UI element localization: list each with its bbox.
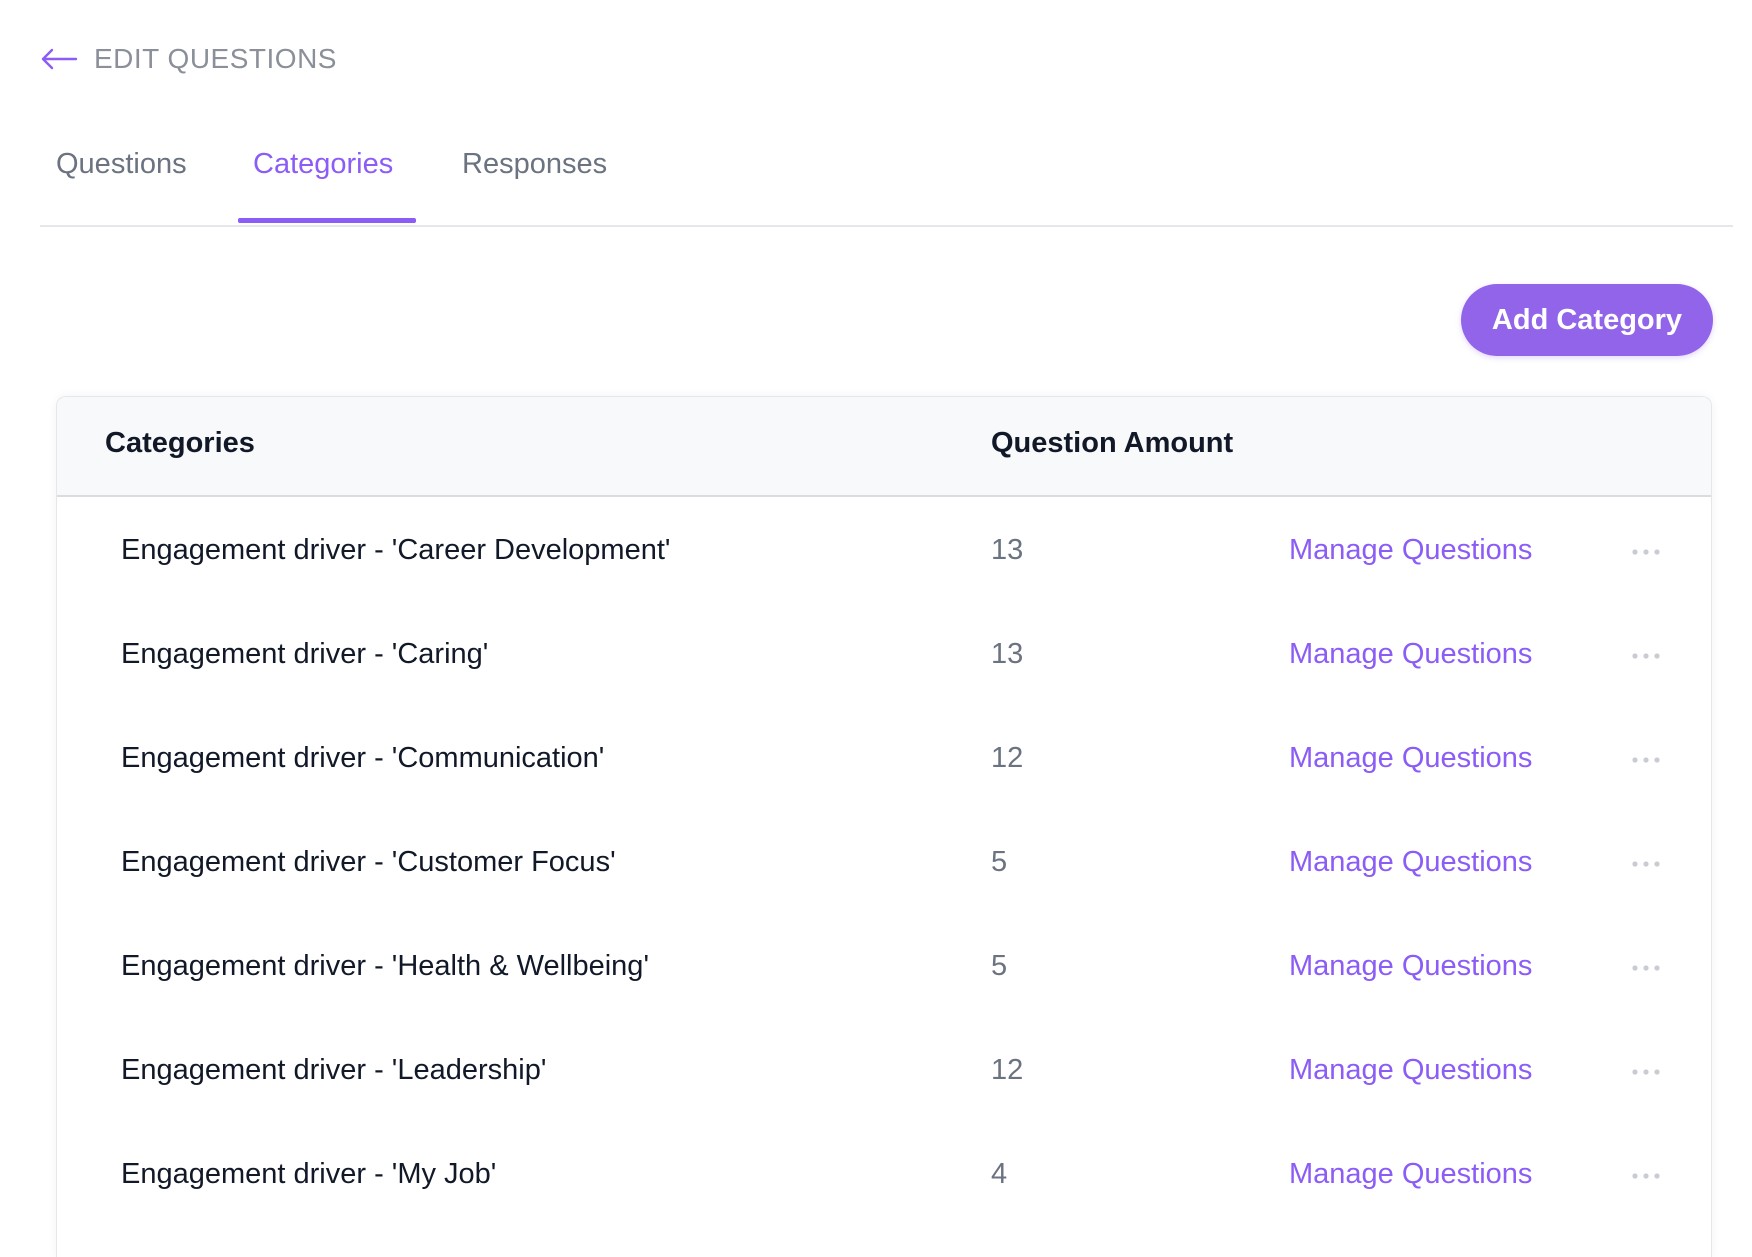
manage-questions-link[interactable]: Manage Questions bbox=[1289, 1054, 1532, 1087]
question-amount: 12 bbox=[991, 1054, 1024, 1086]
more-horizontal-icon[interactable] bbox=[1629, 537, 1663, 567]
manage-questions-link[interactable]: Manage Questions bbox=[1289, 846, 1532, 879]
category-name: Engagement driver - 'Leadership' bbox=[121, 1054, 547, 1086]
page-header: EDIT QUESTIONS bbox=[40, 38, 337, 80]
manage-questions-link[interactable]: Manage Questions bbox=[1289, 534, 1532, 567]
table-body: Engagement driver - 'Career Development'… bbox=[57, 497, 1711, 1225]
category-name: Engagement driver - 'Health & Wellbeing' bbox=[121, 950, 649, 982]
column-header-categories: Categories bbox=[105, 427, 255, 459]
table-row: Engagement driver - 'Leadership' 12 Mana… bbox=[57, 1017, 1711, 1121]
arrow-left-icon bbox=[41, 48, 78, 70]
category-name: Engagement driver - 'Career Development' bbox=[121, 534, 671, 566]
back-button[interactable] bbox=[40, 47, 78, 71]
manage-questions-link[interactable]: Manage Questions bbox=[1289, 1158, 1532, 1191]
question-amount: 13 bbox=[991, 534, 1024, 566]
category-name: Engagement driver - 'Caring' bbox=[121, 638, 489, 670]
question-amount: 12 bbox=[991, 742, 1024, 774]
question-amount: 5 bbox=[991, 950, 1008, 982]
category-name: Engagement driver - 'My Job' bbox=[121, 1158, 497, 1190]
tab-bar: Questions Categories Responses bbox=[40, 130, 1733, 227]
more-horizontal-icon[interactable] bbox=[1629, 953, 1663, 983]
table-row: Engagement driver - 'Career Development'… bbox=[57, 497, 1711, 601]
question-amount: 13 bbox=[991, 638, 1024, 670]
page-title: EDIT QUESTIONS bbox=[94, 43, 337, 74]
table-row: Engagement driver - 'Caring' 13 Manage Q… bbox=[57, 601, 1711, 705]
more-horizontal-icon[interactable] bbox=[1629, 641, 1663, 671]
column-header-question-amount: Question Amount bbox=[991, 427, 1234, 459]
manage-questions-link[interactable]: Manage Questions bbox=[1289, 742, 1532, 775]
tab-responses[interactable]: Responses bbox=[462, 148, 607, 181]
question-amount: 5 bbox=[991, 846, 1008, 878]
table-row: Engagement driver - 'Customer Focus' 5 M… bbox=[57, 809, 1711, 913]
category-name: Engagement driver - 'Customer Focus' bbox=[121, 846, 616, 878]
more-horizontal-icon[interactable] bbox=[1629, 1161, 1663, 1191]
table-row: Engagement driver - 'Health & Wellbeing'… bbox=[57, 913, 1711, 1017]
tab-questions[interactable]: Questions bbox=[56, 148, 187, 181]
more-horizontal-icon[interactable] bbox=[1629, 1057, 1663, 1087]
table-row: Engagement driver - 'My Job' 4 Manage Qu… bbox=[57, 1121, 1711, 1225]
categories-table: Categories Question Amount Engagement dr… bbox=[56, 396, 1712, 1257]
table-row: Engagement driver - 'Communication' 12 M… bbox=[57, 705, 1711, 809]
manage-questions-link[interactable]: Manage Questions bbox=[1289, 638, 1532, 671]
table-header: Categories Question Amount bbox=[57, 397, 1711, 497]
category-name: Engagement driver - 'Communication' bbox=[121, 742, 605, 774]
manage-questions-link[interactable]: Manage Questions bbox=[1289, 950, 1532, 983]
more-horizontal-icon[interactable] bbox=[1629, 745, 1663, 775]
tab-categories[interactable]: Categories bbox=[253, 148, 393, 181]
more-horizontal-icon[interactable] bbox=[1629, 849, 1663, 879]
active-tab-indicator bbox=[238, 218, 416, 223]
question-amount: 4 bbox=[991, 1158, 1008, 1190]
add-category-button[interactable]: Add Category bbox=[1461, 284, 1713, 356]
